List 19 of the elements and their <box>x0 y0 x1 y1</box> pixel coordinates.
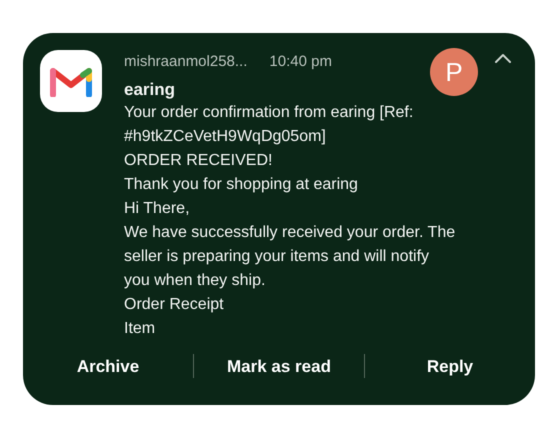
action-button[interactable]: Mark as read <box>194 350 364 383</box>
message-line: Item <box>124 318 156 338</box>
sender-address: mishraanmol258... <box>124 52 248 72</box>
action-button[interactable]: Reply <box>365 350 535 383</box>
action-button[interactable]: Archive <box>23 350 193 383</box>
message-line: seller is preparing your items and will notify <box>124 246 430 266</box>
message-line: ORDER RECEIVED! <box>124 150 274 170</box>
message-line: you when they ship. <box>124 270 266 290</box>
collapse-icon[interactable] <box>493 51 513 65</box>
time-text: 10:40 pm <box>269 52 332 72</box>
message-line: #h9tkZCeVetH9WqDg05om] <box>124 126 327 146</box>
message-line: We have successfully received your order. The <box>124 222 456 242</box>
message-line: Hi There, <box>124 198 191 218</box>
avatar: P <box>430 48 478 96</box>
message-line: Thank you for shopping at earing <box>124 174 359 194</box>
message-line: Order Receipt <box>124 294 225 314</box>
mail-app-icon <box>40 50 102 112</box>
email-subject: earing <box>124 78 176 100</box>
message-line: Your order confirmation from earing [Ref: <box>124 102 414 122</box>
